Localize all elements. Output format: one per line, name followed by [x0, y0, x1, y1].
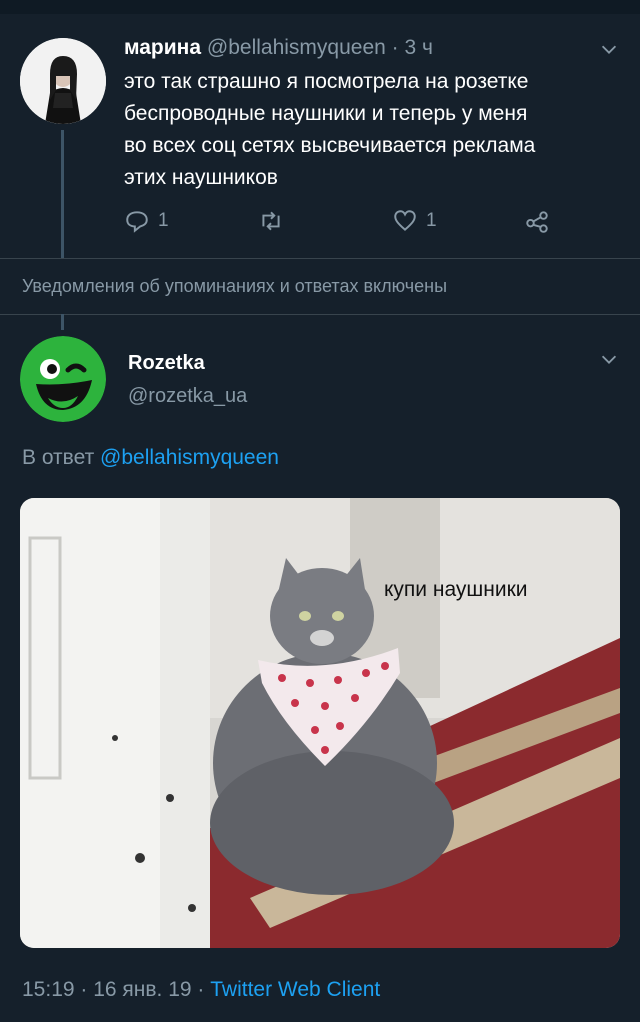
chevron-down-icon[interactable]	[598, 38, 620, 66]
tweet-text-line: во всех соц сетях высвечивается реклама	[124, 134, 536, 157]
tweet-text-line: беспроводные наушники и теперь у меня	[124, 102, 528, 125]
like-button[interactable]: 1	[392, 208, 437, 234]
tweet-text: это так страшно я посмотрела на розетке …	[124, 66, 624, 194]
tweet-image[interactable]	[20, 498, 620, 948]
notification-notice: Уведомления об упоминаниях и ответах вкл…	[22, 276, 448, 296]
retweet-icon	[262, 211, 280, 231]
timestamp: 15:19 · 16 янв. 19 ·	[22, 978, 211, 1001]
image-caption: купи наушники	[384, 578, 528, 601]
share-icon	[526, 211, 548, 233]
tweet-meta: 15:19 · 16 янв. 19 · Twitter Web Client	[22, 978, 380, 1002]
author-name[interactable]: Rozetka	[128, 352, 205, 375]
divider	[0, 314, 640, 315]
rozetka-logo[interactable]	[20, 336, 106, 422]
reply-button[interactable]: 1	[124, 208, 169, 234]
author-name[interactable]: марина	[124, 36, 201, 59]
tweet-actions: 1 1	[124, 208, 564, 238]
author-handle[interactable]: @bellahismyqueen	[207, 36, 386, 59]
avatar[interactable]	[20, 38, 106, 124]
divider	[0, 258, 640, 259]
tweet-text-line: этих наушников	[124, 166, 278, 189]
mention-link[interactable]: @bellahismyqueen	[100, 446, 279, 469]
retweet-button[interactable]	[258, 208, 284, 234]
reply-to-line: В ответ @bellahismyqueen	[22, 446, 279, 470]
like-icon	[394, 210, 416, 231]
tweet-time: · 3 ч	[385, 36, 433, 59]
tweet-text-line: это так страшно я посмотрела на розетке	[124, 70, 529, 93]
reply-prefix: В ответ	[22, 446, 95, 469]
like-count: 1	[426, 210, 437, 231]
thread-line	[61, 314, 64, 330]
top-bar	[0, 0, 640, 14]
thread-line	[61, 130, 64, 258]
chevron-down-icon[interactable]	[598, 348, 620, 376]
client-link[interactable]: Twitter Web Client	[210, 978, 380, 1001]
tweet-header: марина @bellahismyqueen · 3 ч	[124, 36, 433, 60]
author-handle[interactable]: @rozetka_ua	[128, 385, 247, 408]
share-button[interactable]	[524, 208, 550, 234]
reply-icon	[126, 211, 148, 233]
reply-count: 1	[158, 210, 169, 231]
